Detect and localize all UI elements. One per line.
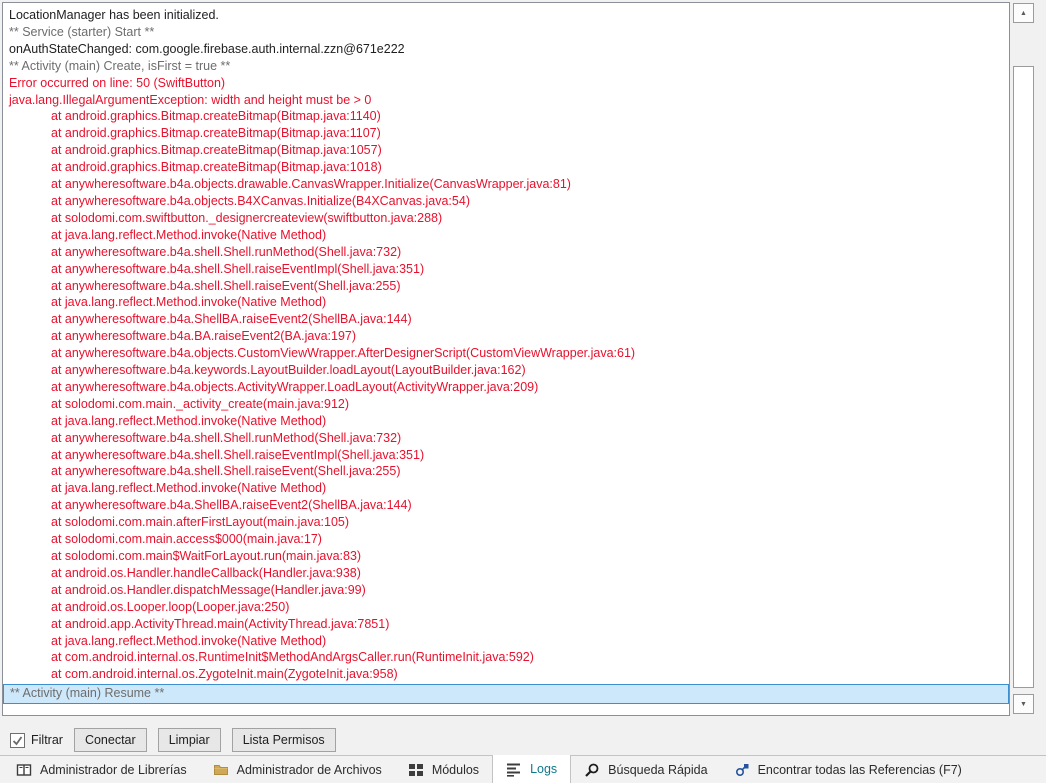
- tab-library-manager[interactable]: Administrador de Librerías: [3, 756, 200, 783]
- log-line[interactable]: at com.android.internal.os.RuntimeInit$M…: [3, 649, 1009, 666]
- tab-label: Administrador de Librerías: [40, 762, 187, 777]
- folder-icon: [213, 762, 229, 778]
- log-line[interactable]: at anywheresoftware.b4a.ShellBA.raiseEve…: [3, 497, 1009, 514]
- library-book-icon: [16, 762, 32, 778]
- bottom-tab-bar: Administrador de Librerías Administrador …: [0, 755, 1046, 783]
- log-line[interactable]: at anywheresoftware.b4a.BA.raiseEvent2(B…: [3, 328, 1009, 345]
- log-line[interactable]: Error occurred on line: 50 (SwiftButton): [3, 75, 1009, 92]
- find-references-icon: [734, 762, 750, 778]
- log-line[interactable]: ** Activity (main) Create, isFirst = tru…: [3, 58, 1009, 75]
- log-buttons: Conectar Limpiar Lista Permisos: [73, 728, 336, 752]
- log-line[interactable]: at android.os.Handler.dispatchMessage(Ha…: [3, 582, 1009, 599]
- scrollbar-up-arrow-icon[interactable]: ▲: [1013, 3, 1034, 23]
- log-list[interactable]: LocationManager has been initialized. ** …: [2, 2, 1010, 716]
- log-line[interactable]: at android.graphics.Bitmap.createBitmap(…: [3, 108, 1009, 125]
- tab-logs[interactable]: Logs: [492, 755, 572, 783]
- filter-checkbox[interactable]: [10, 732, 25, 748]
- log-line[interactable]: java.lang.IllegalArgumentException: widt…: [3, 92, 1009, 109]
- log-line[interactable]: at solodomi.com.main.afterFirstLayout(ma…: [3, 514, 1009, 531]
- filter-checkbox-wrap[interactable]: Filtrar: [10, 732, 63, 748]
- filter-checkbox-label: Filtrar: [31, 733, 63, 747]
- connect-button[interactable]: Conectar: [73, 728, 147, 752]
- log-line[interactable]: at android.graphics.Bitmap.createBitmap(…: [3, 142, 1009, 159]
- log-line[interactable]: at com.android.internal.os.ZygoteInit.ma…: [3, 666, 1009, 683]
- log-line[interactable]: at anywheresoftware.b4a.shell.Shell.runM…: [3, 244, 1009, 261]
- log-line[interactable]: LocationManager has been initialized.: [3, 7, 1009, 24]
- log-panel: LocationManager has been initialized. ** …: [2, 2, 1038, 716]
- log-line[interactable]: at anywheresoftware.b4a.objects.Activity…: [3, 379, 1009, 396]
- log-line[interactable]: at anywheresoftware.b4a.shell.Shell.rais…: [3, 261, 1009, 278]
- log-line[interactable]: at java.lang.reflect.Method.invoke(Nativ…: [3, 227, 1009, 244]
- log-line[interactable]: at java.lang.reflect.Method.invoke(Nativ…: [3, 633, 1009, 650]
- tab-find-all-references[interactable]: Encontrar todas las Referencias (F7): [721, 756, 975, 783]
- log-line[interactable]: at solodomi.com.main$WaitForLayout.run(m…: [3, 548, 1009, 565]
- log-line[interactable]: onAuthStateChanged: com.google.firebase.…: [3, 41, 1009, 58]
- tab-modules[interactable]: Módulos: [395, 756, 492, 783]
- log-line[interactable]: at anywheresoftware.b4a.objects.CustomVi…: [3, 345, 1009, 362]
- log-line[interactable]: at android.os.Handler.handleCallback(Han…: [3, 565, 1009, 582]
- log-line[interactable]: at android.graphics.Bitmap.createBitmap(…: [3, 159, 1009, 176]
- log-line[interactable]: ** Service (starter) Start **: [3, 24, 1009, 41]
- log-line[interactable]: at android.os.Looper.loop(Looper.java:25…: [3, 599, 1009, 616]
- tab-label: Módulos: [431, 762, 480, 777]
- log-line[interactable]: at solodomi.com.main.access$000(main.jav…: [3, 531, 1009, 548]
- tab-label: Administrador de Archivos: [236, 762, 382, 777]
- log-line-selected[interactable]: ** Activity (main) Resume **: [3, 684, 1009, 705]
- log-line[interactable]: at java.lang.reflect.Method.invoke(Nativ…: [3, 480, 1009, 497]
- scrollbar-down-arrow-icon[interactable]: ▼: [1013, 694, 1034, 714]
- log-line[interactable]: at java.lang.reflect.Method.invoke(Nativ…: [3, 413, 1009, 430]
- log-line[interactable]: at anywheresoftware.b4a.objects.B4XCanva…: [3, 193, 1009, 210]
- log-line[interactable]: at android.graphics.Bitmap.createBitmap(…: [3, 125, 1009, 142]
- log-line[interactable]: at anywheresoftware.b4a.shell.Shell.rais…: [3, 278, 1009, 295]
- log-line[interactable]: at solodomi.com.swiftbutton._designercre…: [3, 210, 1009, 227]
- log-line[interactable]: at anywheresoftware.b4a.objects.drawable…: [3, 176, 1009, 193]
- scrollbar-thumb[interactable]: [1013, 66, 1034, 688]
- tab-quick-search[interactable]: Búsqueda Rápida: [571, 756, 720, 783]
- log-controls-row: Filtrar Conectar Limpiar Lista Permisos: [10, 727, 336, 753]
- log-line[interactable]: at android.app.ActivityThread.main(Activ…: [3, 616, 1009, 633]
- log-line[interactable]: at java.lang.reflect.Method.invoke(Nativ…: [3, 294, 1009, 311]
- log-line[interactable]: at anywheresoftware.b4a.ShellBA.raiseEve…: [3, 311, 1009, 328]
- tab-label: Encontrar todas las Referencias (F7): [757, 762, 962, 777]
- search-icon: [584, 762, 600, 778]
- modules-grid-icon: [408, 762, 424, 778]
- log-vertical-scrollbar[interactable]: ▲ ▼: [1010, 2, 1038, 716]
- tab-files-manager[interactable]: Administrador de Archivos: [200, 756, 395, 783]
- log-lines-icon: [506, 761, 522, 777]
- log-line[interactable]: at solodomi.com.main._activity_create(ma…: [3, 396, 1009, 413]
- check-icon: [12, 735, 23, 745]
- permissions-list-button[interactable]: Lista Permisos: [231, 728, 336, 752]
- log-line[interactable]: at anywheresoftware.b4a.shell.Shell.rais…: [3, 447, 1009, 464]
- log-line[interactable]: at anywheresoftware.b4a.shell.Shell.rais…: [3, 463, 1009, 480]
- log-line[interactable]: at anywheresoftware.b4a.shell.Shell.runM…: [3, 430, 1009, 447]
- log-line[interactable]: at anywheresoftware.b4a.keywords.LayoutB…: [3, 362, 1009, 379]
- tab-label: Búsqueda Rápida: [608, 762, 708, 777]
- clear-button[interactable]: Limpiar: [157, 728, 221, 752]
- tab-label: Logs: [530, 762, 558, 776]
